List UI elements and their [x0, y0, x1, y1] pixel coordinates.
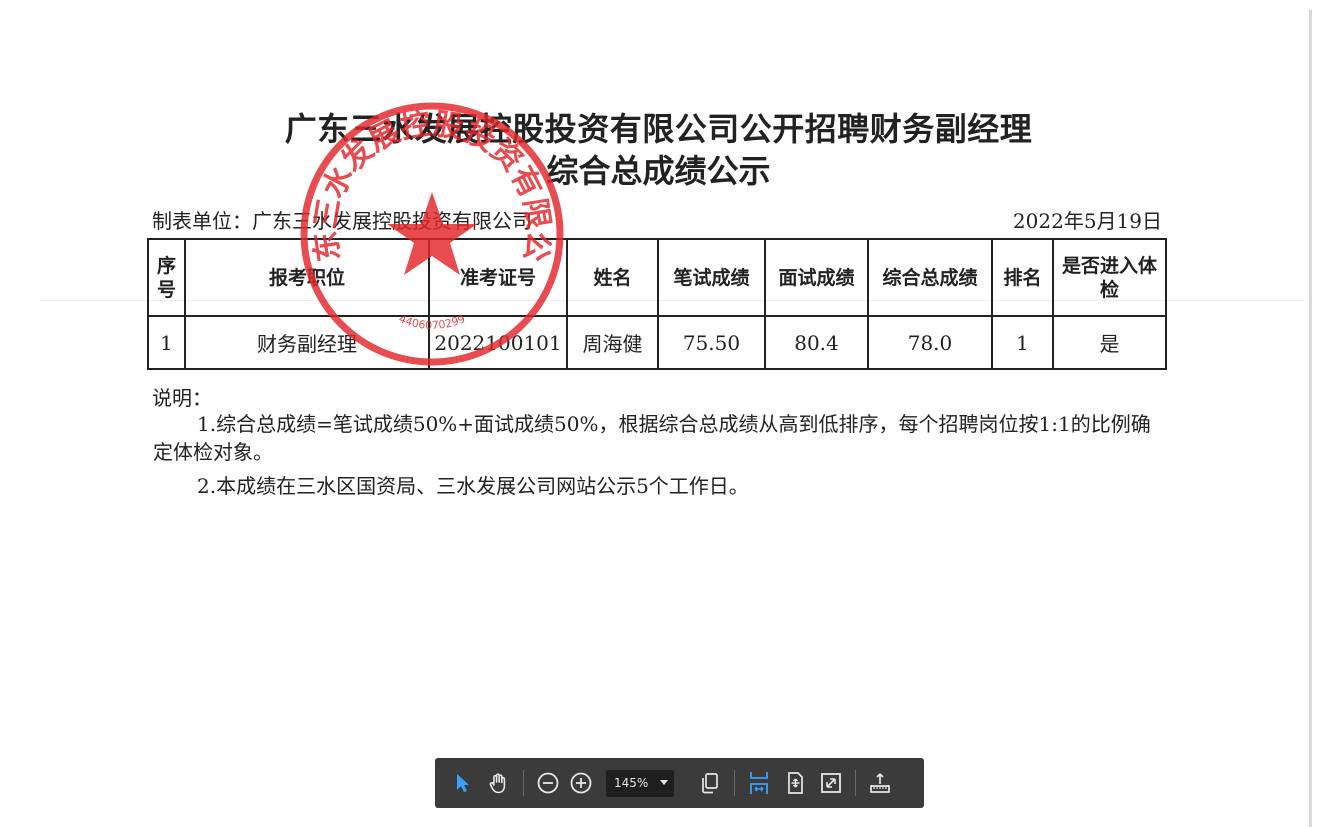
note-1: 1.综合总成绩=笔试成绩50%+面试成绩50%，根据综合总成绩从高到低排序，每个… [153, 412, 1151, 464]
hand-pan-icon [489, 773, 506, 794]
header-rank: 排名 [991, 238, 1054, 317]
fit-page-button[interactable] [777, 765, 813, 801]
cell-written-score: 75.50 [657, 315, 766, 370]
table-row: 1 财务副经理 2022100101 周海健 75.50 80.4 78.0 1… [147, 315, 1167, 370]
header-seq: 序号 [147, 238, 186, 317]
score-table: 序号 报考职位 准考证号 姓名 笔试成绩 面试成绩 综合总成绩 排名 是否进入体… [147, 238, 1167, 370]
note-2: 2.本成绩在三水区国资局、三水发展公司网站公示5个工作日。 [197, 474, 749, 498]
fit-width-icon [750, 772, 768, 794]
cell-exam-number: 2022100101 [428, 315, 568, 370]
pdf-page: 广东三水发展控股投资有限公司公开招聘财务副经理 综合总成绩公示 制表单位：广东三… [0, 0, 1317, 827]
maker-unit: 制表单位：广东三水发展控股投资有限公司 [152, 209, 532, 233]
page-view-button[interactable] [692, 765, 728, 801]
cell-medical-exam: 是 [1052, 315, 1167, 370]
document-title-line2: 综合总成绩公示 [546, 152, 771, 190]
header-name: 姓名 [566, 238, 659, 317]
presentation-icon [870, 773, 890, 793]
fullscreen-button[interactable] [813, 765, 849, 801]
zoom-in-button[interactable] [566, 765, 596, 801]
header-position: 报考职位 [184, 238, 430, 317]
pdf-viewer-toolbar: 145% [435, 758, 924, 808]
header-medical-exam: 是否进入体检 [1052, 238, 1167, 317]
header-exam-number: 准考证号 [428, 238, 568, 317]
notes-heading: 说明： [152, 386, 212, 410]
zoom-level-value: 145% [614, 776, 649, 790]
cell-name: 周海健 [566, 315, 659, 370]
zoom-in-icon [570, 772, 592, 794]
zoom-out-icon [537, 772, 559, 794]
fit-page-icon [788, 772, 803, 794]
fit-width-button[interactable] [741, 765, 777, 801]
select-arrow-icon [457, 774, 469, 792]
header-written-score: 笔试成绩 [657, 238, 766, 317]
hand-tool-button[interactable] [481, 765, 517, 801]
chevron-down-icon [660, 780, 668, 785]
cell-position: 财务副经理 [184, 315, 430, 370]
presentation-button[interactable] [862, 765, 898, 801]
toolbar-divider [855, 770, 856, 796]
cell-rank: 1 [991, 315, 1054, 370]
cell-total-score: 78.0 [867, 315, 993, 370]
fullscreen-icon [821, 773, 841, 793]
document-date: 2022年5月19日 [1012, 209, 1162, 233]
toolbar-divider [523, 770, 524, 796]
zoom-out-button[interactable] [530, 765, 566, 801]
header-total-score: 综合总成绩 [867, 238, 993, 317]
cell-interview-score: 80.4 [764, 315, 869, 370]
select-tool-button[interactable] [445, 765, 481, 801]
header-interview-score: 面试成绩 [764, 238, 869, 317]
document-title-line1: 广东三水发展控股投资有限公司公开招聘财务副经理 [284, 110, 1033, 148]
cell-seq: 1 [147, 315, 186, 370]
page-copy-icon [702, 773, 718, 794]
zoom-level-select[interactable]: 145% [606, 769, 674, 797]
table-header-row: 序号 报考职位 准考证号 姓名 笔试成绩 面试成绩 综合总成绩 排名 是否进入体… [147, 238, 1167, 317]
toolbar-divider [734, 770, 735, 796]
